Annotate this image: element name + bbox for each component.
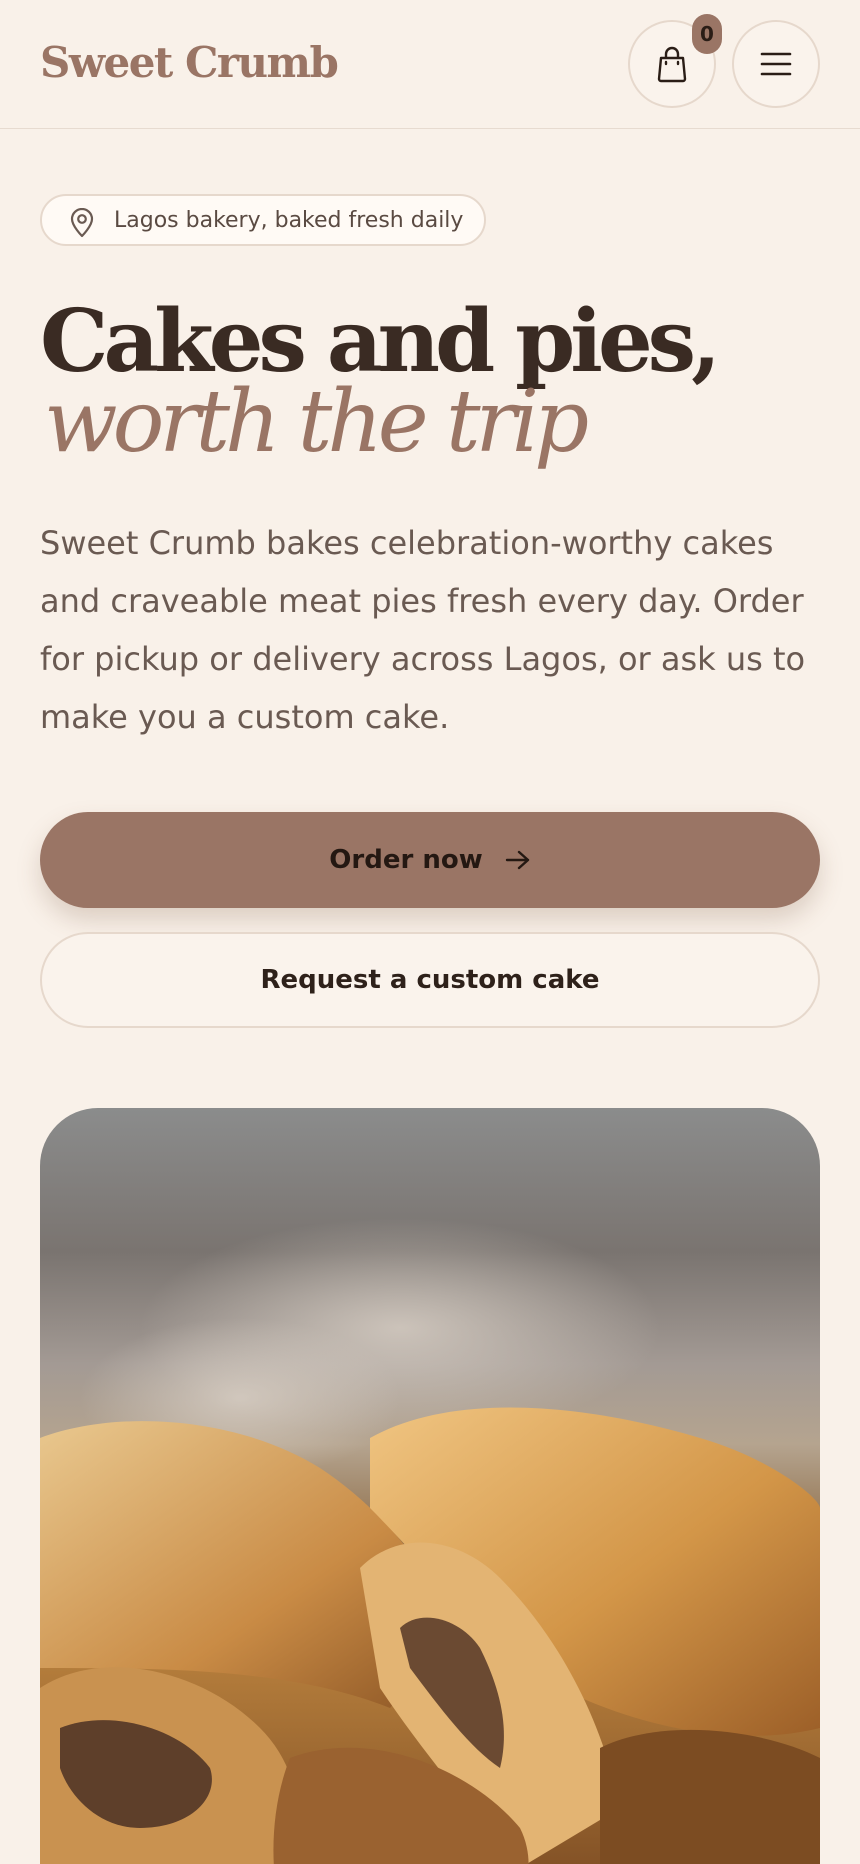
location-pill-label: Lagos bakery, baked fresh daily — [114, 208, 464, 233]
request-custom-cake-label: Request a custom cake — [260, 965, 600, 995]
hamburger-menu-icon — [760, 52, 792, 76]
cart-count-badge: 0 — [692, 14, 722, 54]
meat-pies-illustration — [40, 1218, 820, 1864]
shopping-bag-icon — [657, 46, 687, 83]
site-header: Sweet Crumb 0 — [0, 0, 860, 129]
menu-button[interactable] — [732, 20, 820, 108]
logo[interactable]: Sweet Crumb — [40, 38, 339, 87]
hero-intro: Sweet Crumb bakes celebration-worthy cak… — [40, 524, 806, 736]
request-custom-cake-button[interactable]: Request a custom cake — [40, 932, 820, 1028]
map-pin-icon — [70, 208, 94, 238]
arrow-right-icon — [505, 850, 529, 870]
location-pill: Lagos bakery, baked fresh daily — [40, 194, 486, 246]
order-now-button[interactable]: Order now — [40, 812, 820, 908]
hero-subtitle: worth the trip — [44, 372, 589, 472]
hero-photo-meat-pies — [40, 1108, 820, 1864]
order-now-label: Order now — [329, 845, 483, 875]
